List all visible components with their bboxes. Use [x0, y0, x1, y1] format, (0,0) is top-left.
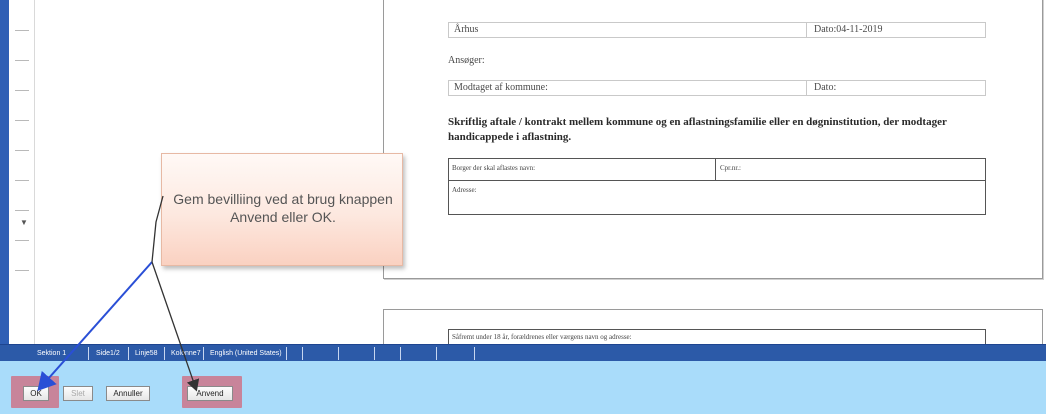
guardian-label: Såfremt under 18 år, forældrenes eller v… [452, 333, 632, 341]
status-language: English (United States) [210, 350, 282, 357]
callout-text: Gem bevilliing ved at brug knappen Anven… [173, 191, 393, 225]
citizen-table: Borger der skal aflastes navn: Cpr.nr.: … [448, 158, 986, 215]
received-row: Modtaget af kommune: Dato: [448, 80, 986, 96]
vertical-ruler: ▼ [9, 0, 35, 344]
indent-marker-icon[interactable]: ▼ [20, 218, 28, 227]
applicant-label: Ansøger: [448, 55, 485, 66]
delete-button[interactable]: Slet [63, 386, 93, 401]
city-date-row: Århus Dato:04-11-2019 [448, 22, 986, 38]
apply-button[interactable]: Anvend [187, 386, 233, 401]
address-label: Adresse: [452, 186, 477, 194]
status-page: Side1/2 [96, 350, 120, 357]
window-left-edge [0, 0, 9, 344]
document-editor-window: ▼ Århus Dato:04-11-2019 Ansøger: Modtage… [0, 0, 1046, 414]
received-date-label: Dato: [814, 82, 837, 93]
button-bar: OK Slet Annuller Anvend [0, 361, 1046, 414]
city-label: Århus [454, 24, 479, 35]
status-column: Kolonne7 [171, 350, 201, 357]
status-bar: Sektion 1 Side1/2 Linje58 Kolonne7 Engli… [0, 344, 1046, 361]
instruction-callout: Gem bevilliing ved at brug knappen Anven… [161, 153, 403, 266]
status-line: Linje58 [135, 350, 158, 357]
cancel-button[interactable]: Annuller [106, 386, 150, 401]
citizen-name-label: Borger der skal aflastes navn: [452, 164, 536, 172]
received-label: Modtaget af kommune: [454, 82, 548, 93]
date-label: Dato:04-11-2019 [814, 24, 883, 35]
status-section: Sektion 1 [37, 350, 67, 357]
ok-button[interactable]: OK [23, 386, 49, 401]
agreement-heading: Skriftlig aftale / kontrakt mellem kommu… [448, 116, 947, 143]
cpr-label: Cpr.nr.: [720, 164, 742, 172]
